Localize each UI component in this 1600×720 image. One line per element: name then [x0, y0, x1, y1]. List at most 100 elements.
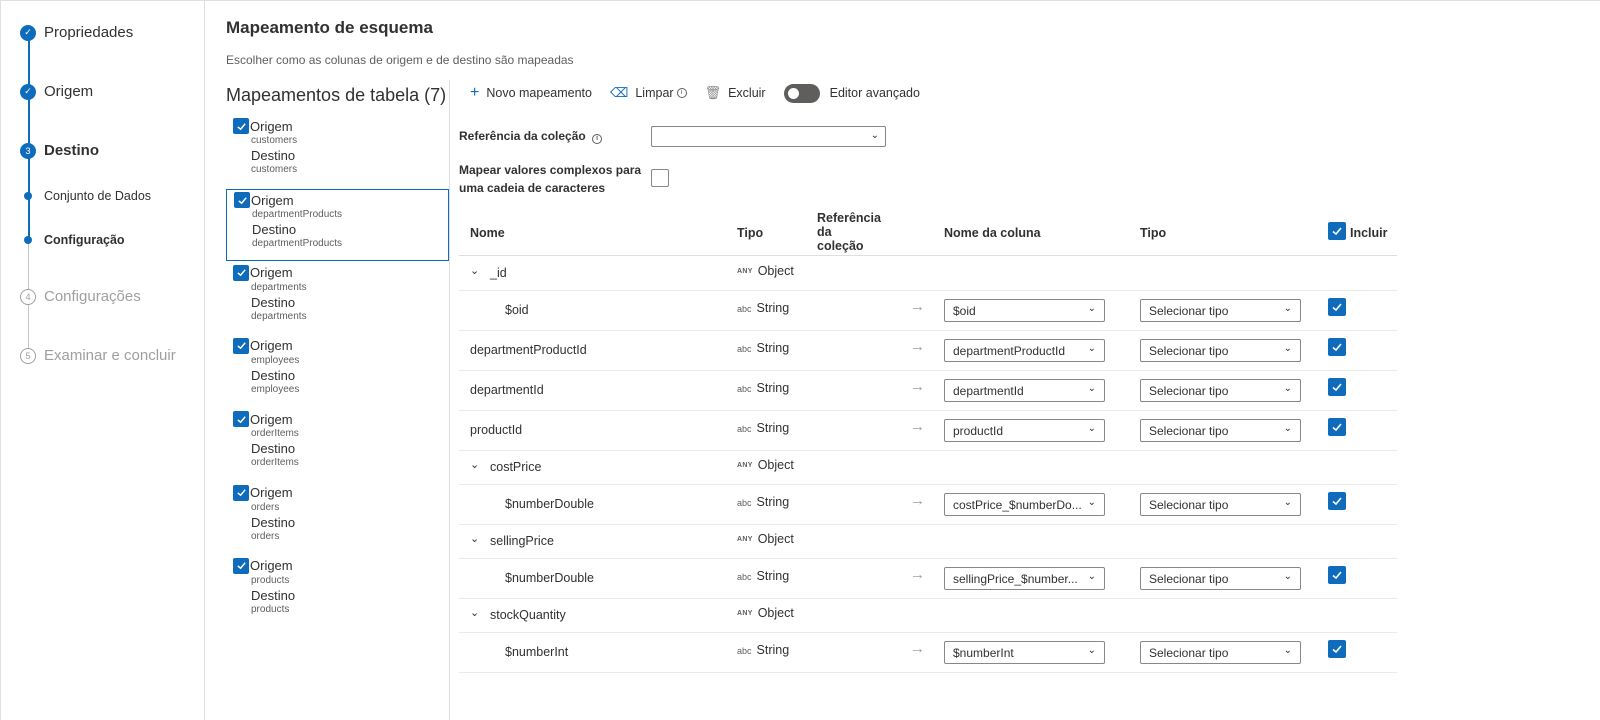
- complex-values-checkbox[interactable]: [651, 169, 669, 187]
- column-name-dropdown[interactable]: productId ⌄: [944, 419, 1105, 442]
- field-name: $numberDouble: [505, 497, 594, 511]
- table-mapping-item[interactable]: Origem customers Destino customers: [226, 116, 449, 188]
- info-icon[interactable]: i: [592, 134, 603, 144]
- table-mapping-checkbox[interactable]: [233, 484, 249, 501]
- field-type: abc String: [737, 568, 789, 585]
- table-mapping-item[interactable]: Origem employees Destino employees: [226, 336, 449, 408]
- table-mapping-item[interactable]: Origem departments Destino departments: [226, 263, 449, 335]
- table-mapping-checkbox[interactable]: [233, 411, 249, 428]
- chevron-down-icon: ⌄: [1283, 343, 1292, 354]
- any-type-icon: ANY: [737, 461, 753, 469]
- dest-label: Destino: [251, 148, 296, 163]
- chevron-down-icon: ⌄: [1087, 303, 1096, 314]
- substep-dot: [24, 236, 32, 244]
- dest-name: customers: [251, 164, 298, 175]
- column-name-dropdown[interactable]: sellingPrice_$number... ⌄: [944, 567, 1105, 590]
- dest-type-dropdown[interactable]: Selecionar tipo ⌄: [1140, 339, 1301, 362]
- delete-button[interactable]: 🗑 Excluir: [704, 85, 766, 101]
- arrow-right-icon: →: [910, 492, 925, 509]
- source-name: employees: [251, 354, 300, 366]
- table-mapping-checkbox[interactable]: [233, 337, 249, 354]
- dest-type-dropdown[interactable]: Selecionar tipo ⌄: [1140, 567, 1301, 590]
- info-icon[interactable]: i: [676, 88, 687, 98]
- dest-type-value: Selecionar tipo: [1149, 646, 1229, 660]
- include-checkbox[interactable]: [1328, 338, 1346, 356]
- dest-type-dropdown[interactable]: Selecionar tipo ⌄: [1140, 641, 1301, 664]
- table-mapping-checkbox[interactable]: [234, 192, 250, 209]
- step-label: Destino: [44, 142, 100, 159]
- field-type-label: String: [756, 421, 790, 435]
- field-type-label: Object: [757, 264, 794, 278]
- toggle-knob: [787, 87, 799, 99]
- any-type-icon: ANY: [737, 535, 753, 543]
- step-number: 5: [20, 347, 36, 364]
- table-mapping-item[interactable]: Origem orderItems Destino orderItems: [226, 409, 449, 481]
- table-mapping-item[interactable]: Origem products Destino products: [226, 556, 449, 628]
- dest-type-value: Selecionar tipo: [1149, 498, 1229, 512]
- include-checkbox[interactable]: [1328, 566, 1346, 584]
- step-propriedades[interactable]: ✓ Propriedades: [20, 24, 133, 41]
- check-icon: [1332, 571, 1342, 580]
- collection-ref-dropdown[interactable]: ⌄: [651, 126, 886, 147]
- column-name-dropdown[interactable]: departmentId ⌄: [944, 379, 1105, 402]
- column-name-value: productId: [953, 424, 1004, 438]
- include-checkbox[interactable]: [1328, 418, 1346, 436]
- table-mapping-checkbox[interactable]: [233, 118, 249, 134]
- dest-name: products: [251, 603, 290, 615]
- field-type: abc String: [737, 300, 789, 317]
- dest-type-dropdown[interactable]: Selecionar tipo ⌄: [1140, 299, 1301, 322]
- step-destino[interactable]: 3 Destino: [20, 142, 99, 159]
- step-configuracao[interactable]: Configuração: [20, 233, 125, 247]
- column-name-dropdown[interactable]: $oid ⌄: [944, 299, 1105, 322]
- column-name-dropdown[interactable]: costPrice_$numberDo... ⌄: [944, 493, 1105, 516]
- chevron-down-icon[interactable]: ⌄: [470, 264, 479, 277]
- row-divider: [459, 524, 1397, 525]
- table-mapping-item[interactable]: Origem orders Destino orders: [226, 483, 449, 555]
- table-header-divider: [459, 255, 1397, 256]
- step-label: Origem: [44, 83, 94, 100]
- step-examinar-e-concluir[interactable]: 5 Examinar e concluir: [20, 347, 176, 364]
- chevron-down-icon[interactable]: ⌄: [470, 458, 479, 471]
- table-mapping-item[interactable]: Origem departmentProducts Destino departmen…: [226, 189, 449, 262]
- table-mapping-checkbox[interactable]: [233, 264, 249, 281]
- row-divider: [459, 370, 1397, 371]
- step-conjunto-de-dados[interactable]: Conjunto de Dados: [20, 189, 151, 203]
- step-configuracoes[interactable]: 4 Configurações: [20, 288, 141, 305]
- arrow-right-icon: →: [910, 338, 925, 355]
- string-type-icon: abc: [737, 383, 752, 394]
- page-subtitle: Escolher como as colunas de origem e de …: [226, 53, 574, 67]
- step-origem[interactable]: ✓ Origem: [20, 83, 93, 100]
- chevron-down-icon[interactable]: ⌄: [470, 606, 479, 619]
- source-name: products: [251, 574, 290, 586]
- dest-type-dropdown[interactable]: Selecionar tipo ⌄: [1140, 419, 1301, 442]
- clear-button[interactable]: ⌫ Limpar i: [610, 86, 687, 100]
- col-header-collection-ref: Referência da coleção: [817, 211, 881, 253]
- table-mapping-checkbox[interactable]: [233, 557, 249, 574]
- chevron-down-icon: ⌄: [1283, 571, 1292, 582]
- column-name-value: sellingPrice_$number...: [953, 572, 1078, 586]
- column-name-dropdown[interactable]: $numberInt ⌄: [944, 641, 1105, 664]
- ref-line1: Referência: [817, 211, 881, 225]
- arrow-right-icon: →: [910, 418, 925, 435]
- dest-type-dropdown[interactable]: Selecionar tipo ⌄: [1140, 493, 1301, 516]
- include-checkbox[interactable]: [1328, 640, 1346, 658]
- collection-ref-label-row: Referência da coleção i: [459, 127, 603, 145]
- source-name: departmentProducts: [252, 209, 343, 221]
- chevron-down-icon: ⌄: [1087, 383, 1096, 394]
- dest-type-value: Selecionar tipo: [1149, 304, 1229, 318]
- field-type: abc String: [737, 494, 789, 511]
- col-header-name: Nome: [470, 226, 505, 240]
- advanced-editor-toggle[interactable]: [783, 83, 820, 103]
- dest-type-dropdown[interactable]: Selecionar tipo ⌄: [1140, 379, 1301, 402]
- field-type-label: String: [756, 341, 790, 355]
- include-checkbox[interactable]: [1328, 298, 1346, 316]
- new-mapping-button[interactable]: + Novo mapeamento: [470, 85, 592, 101]
- include-checkbox[interactable]: [1328, 492, 1346, 510]
- include-all-checkbox[interactable]: [1328, 222, 1346, 240]
- column-name-dropdown[interactable]: departmentProductId ⌄: [944, 339, 1105, 362]
- chevron-down-icon[interactable]: ⌄: [470, 532, 479, 545]
- dest-label: Destino: [251, 587, 296, 603]
- trash-icon: 🗑: [704, 85, 722, 100]
- include-checkbox[interactable]: [1328, 378, 1346, 396]
- arrow-right-icon: →: [910, 298, 925, 315]
